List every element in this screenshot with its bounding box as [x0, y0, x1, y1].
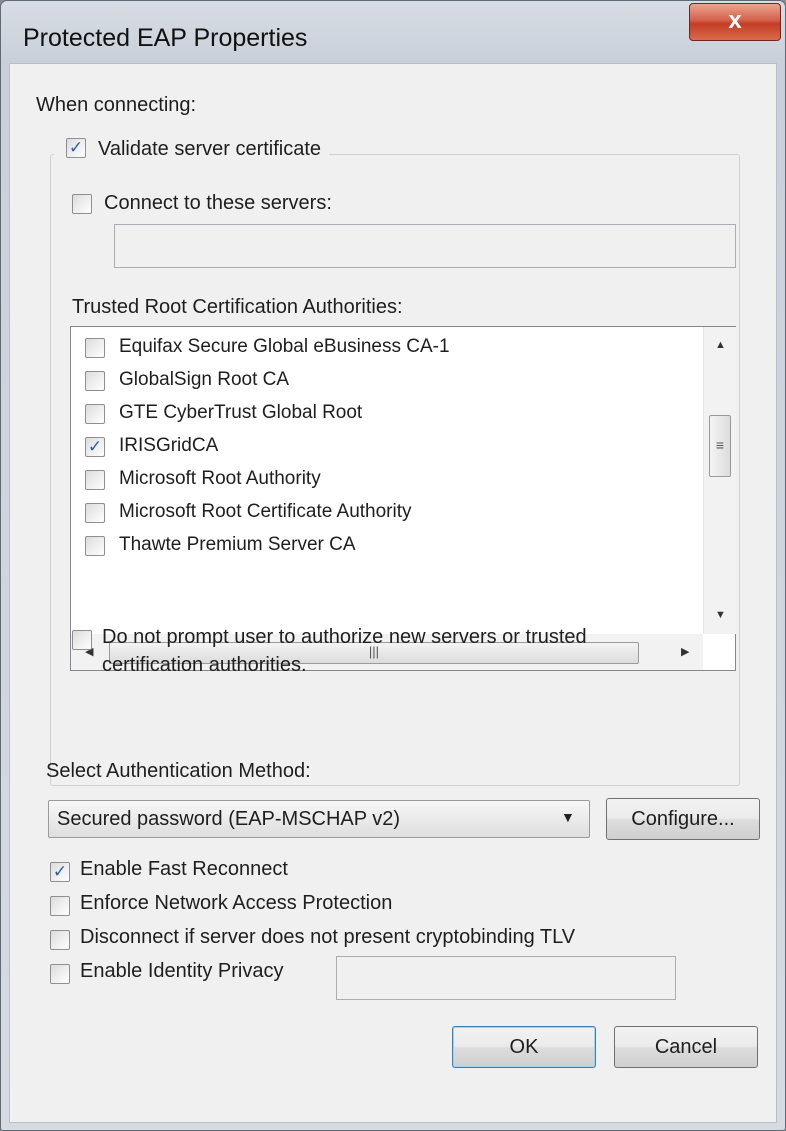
cryptobinding-label[interactable]: Disconnect if server does not present cr…	[80, 926, 575, 949]
dialog-window: Protected EAP Properties x When connecti…	[0, 0, 786, 1131]
trusted-root-label: Trusted Root Certification Authorities:	[72, 296, 403, 318]
do-not-prompt-label-line1[interactable]: Do not prompt user to authorize new serv…	[102, 626, 587, 649]
list-item-label: GTE CyberTrust Global Root	[119, 402, 363, 423]
identity-privacy-label[interactable]: Enable Identity Privacy	[80, 960, 283, 983]
scroll-down-arrow-icon[interactable]: ▼	[715, 609, 726, 621]
cancel-button[interactable]: Cancel	[614, 1026, 758, 1068]
network-access-protection-checkbox[interactable]	[50, 896, 70, 916]
list-item-checkbox[interactable]	[85, 371, 105, 391]
list-item-checkbox[interactable]	[85, 470, 105, 490]
identity-privacy-input[interactable]	[336, 956, 676, 1000]
validate-server-certificate-checkbox[interactable]: ✓	[66, 138, 86, 158]
when-connecting-heading: When connecting:	[36, 94, 197, 116]
dropdown-arrow-icon: ▼	[561, 809, 575, 825]
list-item-label: Thawte Premium Server CA	[119, 534, 356, 555]
list-item-checkbox[interactable]	[85, 536, 105, 556]
identity-privacy-checkbox[interactable]	[50, 964, 70, 984]
list-item-label: Microsoft Root Authority	[119, 468, 321, 489]
auth-method-label: Select Authentication Method:	[46, 760, 311, 782]
dialog-body: When connecting: ✓ Validate server certi…	[9, 63, 777, 1123]
validate-server-certificate-option[interactable]: ✓ Validate server certificate	[54, 134, 330, 163]
scroll-up-arrow-icon[interactable]: ▲	[715, 339, 726, 351]
list-item-label: GlobalSign Root CA	[119, 369, 290, 390]
configure-button[interactable]: Configure...	[606, 798, 760, 840]
cryptobinding-checkbox[interactable]	[50, 930, 70, 950]
window-title: Protected EAP Properties	[23, 24, 308, 52]
vertical-scrollbar[interactable]: ▲ ≡ ▼	[703, 327, 736, 634]
list-item-label: Microsoft Root Certificate Authority	[119, 501, 412, 522]
close-icon: x	[728, 7, 742, 34]
list-item-checkbox[interactable]	[85, 404, 105, 424]
connect-to-servers-label[interactable]: Connect to these servers:	[104, 192, 332, 215]
vertical-scroll-thumb[interactable]: ≡	[709, 415, 731, 477]
close-button[interactable]: x	[689, 3, 781, 41]
auth-method-selected: Secured password (EAP-MSCHAP v2)	[57, 808, 401, 830]
auth-method-select[interactable]: Secured password (EAP-MSCHAP v2) ▼	[48, 800, 590, 838]
list-item-checkbox[interactable]: ✓	[85, 437, 105, 457]
ok-button[interactable]: OK	[452, 1026, 596, 1068]
servers-input[interactable]	[114, 224, 736, 268]
validate-server-certificate-label: Validate server certificate	[98, 138, 322, 160]
fast-reconnect-checkbox[interactable]: ✓	[50, 862, 70, 882]
scroll-right-arrow-icon[interactable]: ▶	[681, 645, 689, 658]
trusted-root-list[interactable]: Equifax Secure Global eBusiness CA-1 Glo…	[70, 326, 736, 671]
fast-reconnect-label[interactable]: Enable Fast Reconnect	[80, 858, 288, 881]
connect-to-servers-checkbox[interactable]	[72, 194, 92, 214]
network-access-protection-label[interactable]: Enforce Network Access Protection	[80, 892, 392, 915]
list-item-label: IRISGridCA	[119, 435, 219, 456]
do-not-prompt-label-line2[interactable]: certification authorities.	[102, 654, 307, 677]
list-item-checkbox[interactable]	[85, 338, 105, 358]
list-item-label: Equifax Secure Global eBusiness CA-1	[119, 336, 450, 357]
list-item-checkbox[interactable]	[85, 503, 105, 523]
do-not-prompt-checkbox[interactable]	[72, 630, 92, 650]
